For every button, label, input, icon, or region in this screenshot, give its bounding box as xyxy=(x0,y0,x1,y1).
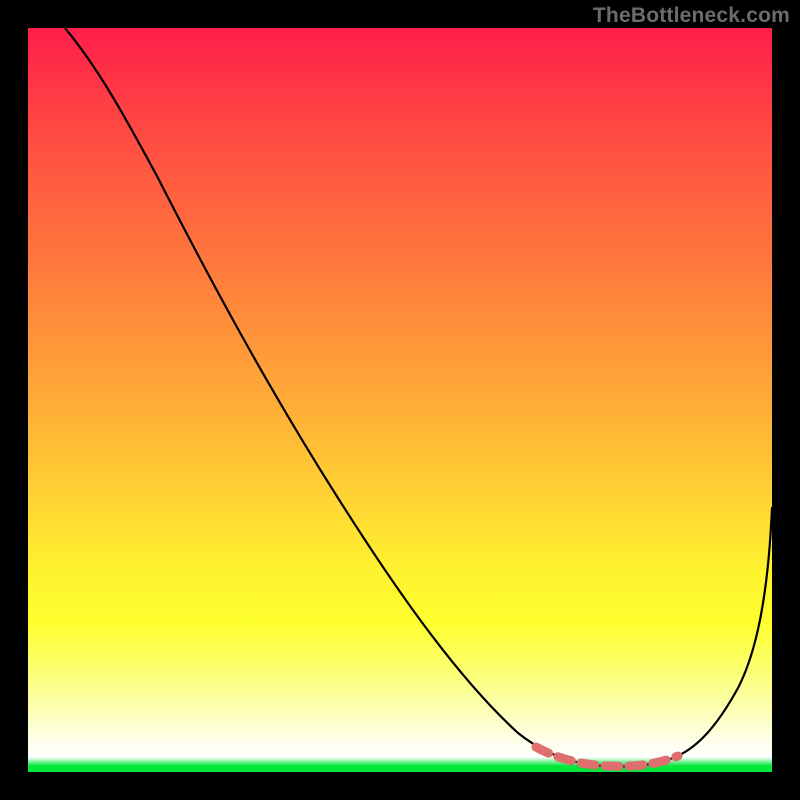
minimum-band-highlight xyxy=(536,747,678,766)
curve-svg xyxy=(28,28,772,772)
chart-frame: TheBottleneck.com xyxy=(0,0,800,800)
watermark-label: TheBottleneck.com xyxy=(593,4,790,28)
bottleneck-curve xyxy=(65,28,772,767)
plot-area xyxy=(28,28,772,772)
